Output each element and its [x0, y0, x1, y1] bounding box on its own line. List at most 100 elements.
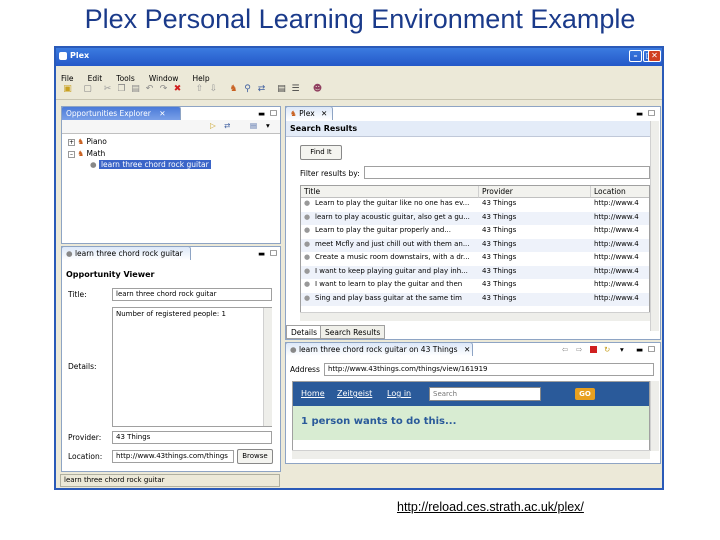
profile-icon[interactable]: ☻	[312, 84, 323, 95]
opportunity-icon[interactable]: ♞	[228, 84, 239, 95]
browser-hscrollbar[interactable]	[292, 450, 650, 459]
plex-window: Plex – □ ✕ File Edit Tools Window Help ▣…	[54, 46, 664, 490]
collapse-icon[interactable]: –	[68, 151, 75, 158]
plex-icon: ♞	[290, 109, 297, 118]
table-row[interactable]: ● Learn to play the guitar properly and..…	[301, 225, 649, 238]
opportunity-icon: ●	[304, 253, 311, 261]
opportunity-icon: ●	[304, 226, 311, 234]
undo-icon[interactable]: ↶	[144, 84, 155, 95]
maximize-icon[interactable]: □	[648, 108, 655, 117]
browser-vscrollbar[interactable]	[650, 381, 659, 451]
close-icon[interactable]: ✕	[159, 109, 165, 118]
details-field[interactable]: Number of registered people: 1	[112, 307, 272, 427]
maximize-icon[interactable]: □	[270, 108, 277, 117]
filter-input[interactable]	[364, 166, 650, 179]
new-icon[interactable]: ▣	[62, 84, 73, 95]
provider-field[interactable]: 43 Things	[112, 431, 272, 444]
results-table: Title Provider Location ● Learn to play t…	[300, 185, 650, 313]
close-icon[interactable]: ✕	[648, 50, 661, 62]
table-row[interactable]: ● learn to play acoustic guitar, also get…	[301, 211, 649, 225]
window-title: Plex	[70, 51, 90, 60]
find-it-button[interactable]: Find It	[300, 145, 342, 160]
details-scrollbar[interactable]	[263, 308, 272, 426]
opportunity-icon: ●	[304, 212, 311, 221]
table-row[interactable]: ● Sing and play bass guitar at the same t…	[301, 292, 649, 306]
minimize-icon[interactable]: ▬	[636, 109, 643, 118]
table-row[interactable]: ● Learn to play the guitar like no one ha…	[301, 198, 649, 211]
nav-home-link[interactable]: Home	[301, 389, 325, 398]
view-menu-icon[interactable]: ▾	[266, 121, 270, 130]
expand-icon[interactable]: +	[68, 139, 75, 146]
tab-opportunities-explorer[interactable]: Opportunities Explorer ✕	[61, 106, 181, 120]
stop-icon[interactable]	[590, 346, 597, 353]
title-field[interactable]: learn three chord rock guitar	[112, 288, 272, 301]
slide-title: Plex Personal Learning Environment Examp…	[84, 4, 636, 34]
go-icon[interactable]: ▷	[210, 121, 216, 130]
delete-icon[interactable]: ✖	[172, 84, 183, 95]
transfer-icon[interactable]: ⇄	[256, 84, 267, 95]
cut-icon[interactable]: ✂	[102, 84, 113, 95]
wants-message: 1 person wants to do this...	[301, 416, 457, 427]
refresh-icon[interactable]: ↻	[604, 345, 610, 354]
tree-item-rock-guitar[interactable]: ● learn three chord rock guitar	[90, 160, 211, 169]
cell-location: http://www.4	[594, 293, 639, 302]
window-titlebar[interactable]: Plex – □	[56, 48, 662, 66]
tab-plex[interactable]: ♞ Plex ✕	[285, 106, 333, 120]
table-row[interactable]: ● I want to learn to play the guitar and …	[301, 279, 649, 292]
close-icon[interactable]: ✕	[464, 345, 470, 354]
tree-item-math[interactable]: – ♞ Math	[68, 149, 105, 158]
minimize-icon[interactable]: –	[629, 50, 642, 62]
table-row[interactable]: ● meet Mcfly and just chill out with them…	[301, 238, 649, 252]
column-title[interactable]: Title	[301, 186, 479, 198]
sync-icon[interactable]: ⇄	[224, 121, 230, 130]
location-field[interactable]: http://www.43things.com/things	[112, 450, 234, 463]
cell-location: http://www.4	[594, 280, 639, 288]
save-icon[interactable]: ▢	[82, 84, 93, 95]
minimize-icon[interactable]: ▬	[636, 345, 643, 354]
site-search-input[interactable]	[429, 387, 541, 401]
view-menu-icon[interactable]: ▾	[620, 345, 624, 354]
cell-location: http://www.4	[594, 253, 639, 261]
tab-details[interactable]: Details	[286, 325, 323, 339]
table-row[interactable]: ● Create a music room downstairs, with a …	[301, 252, 649, 265]
plex-url-link[interactable]: http://reload.ces.strath.ac.uk/plex/	[397, 500, 584, 514]
cell-title: Sing and play bass guitar at the same ti…	[315, 293, 462, 302]
copy-icon[interactable]: ❐	[116, 84, 127, 95]
tab-browser[interactable]: ● learn three chord rock guitar on 43 Th…	[285, 342, 473, 356]
menubar: File Edit Tools Window Help	[56, 66, 662, 83]
minimize-icon[interactable]: ▬	[258, 249, 265, 258]
column-provider[interactable]: Provider	[479, 186, 591, 198]
browse-button[interactable]: Browse	[237, 449, 273, 464]
status-bar: learn three chord rock guitar	[60, 474, 280, 487]
column-location[interactable]: Location	[591, 186, 649, 198]
forward-icon[interactable]: ⇩	[208, 84, 219, 95]
paste-icon[interactable]: ▤	[130, 84, 141, 95]
results-hscrollbar[interactable]	[300, 312, 650, 321]
tab-search-results[interactable]: Search Results	[320, 325, 386, 339]
cell-provider: 43 Things	[482, 239, 517, 248]
maximize-icon[interactable]: □	[648, 344, 655, 353]
redo-icon[interactable]: ↷	[158, 84, 169, 95]
table-row[interactable]: ● I want to keep playing guitar and play …	[301, 265, 649, 279]
go-button[interactable]: GO	[575, 388, 595, 400]
list-icon[interactable]: ☰	[290, 84, 301, 95]
find-icon[interactable]: ⚲	[242, 84, 253, 95]
collapse-icon[interactable]: ▤	[250, 121, 257, 130]
maximize-icon[interactable]: □	[270, 248, 277, 257]
cell-title: Learn to play the guitar like no one has…	[315, 199, 470, 207]
properties-icon[interactable]: ▤	[276, 84, 287, 95]
address-input[interactable]: http://www.43things.com/things/view/1619…	[324, 363, 654, 376]
back-icon[interactable]: ⇦	[562, 345, 568, 354]
results-vscrollbar[interactable]	[650, 121, 659, 331]
tree-item-piano[interactable]: + ♞ Piano	[68, 137, 107, 146]
back-icon[interactable]: ⇧	[194, 84, 205, 95]
cell-provider: 43 Things	[482, 293, 517, 302]
tab-opportunity-viewer[interactable]: ● learn three chord rock guitar	[61, 246, 191, 260]
cell-title: Create a music room downstairs, with a d…	[315, 253, 470, 261]
site-header: Home Zeitgeist Log in GO	[293, 382, 649, 406]
close-icon[interactable]: ✕	[321, 109, 327, 118]
nav-zeitgeist-link[interactable]: Zeitgeist	[337, 389, 372, 398]
minimize-icon[interactable]: ▬	[258, 109, 265, 118]
nav-login-link[interactable]: Log in	[387, 389, 411, 398]
forward-icon[interactable]: ⇨	[576, 345, 582, 354]
